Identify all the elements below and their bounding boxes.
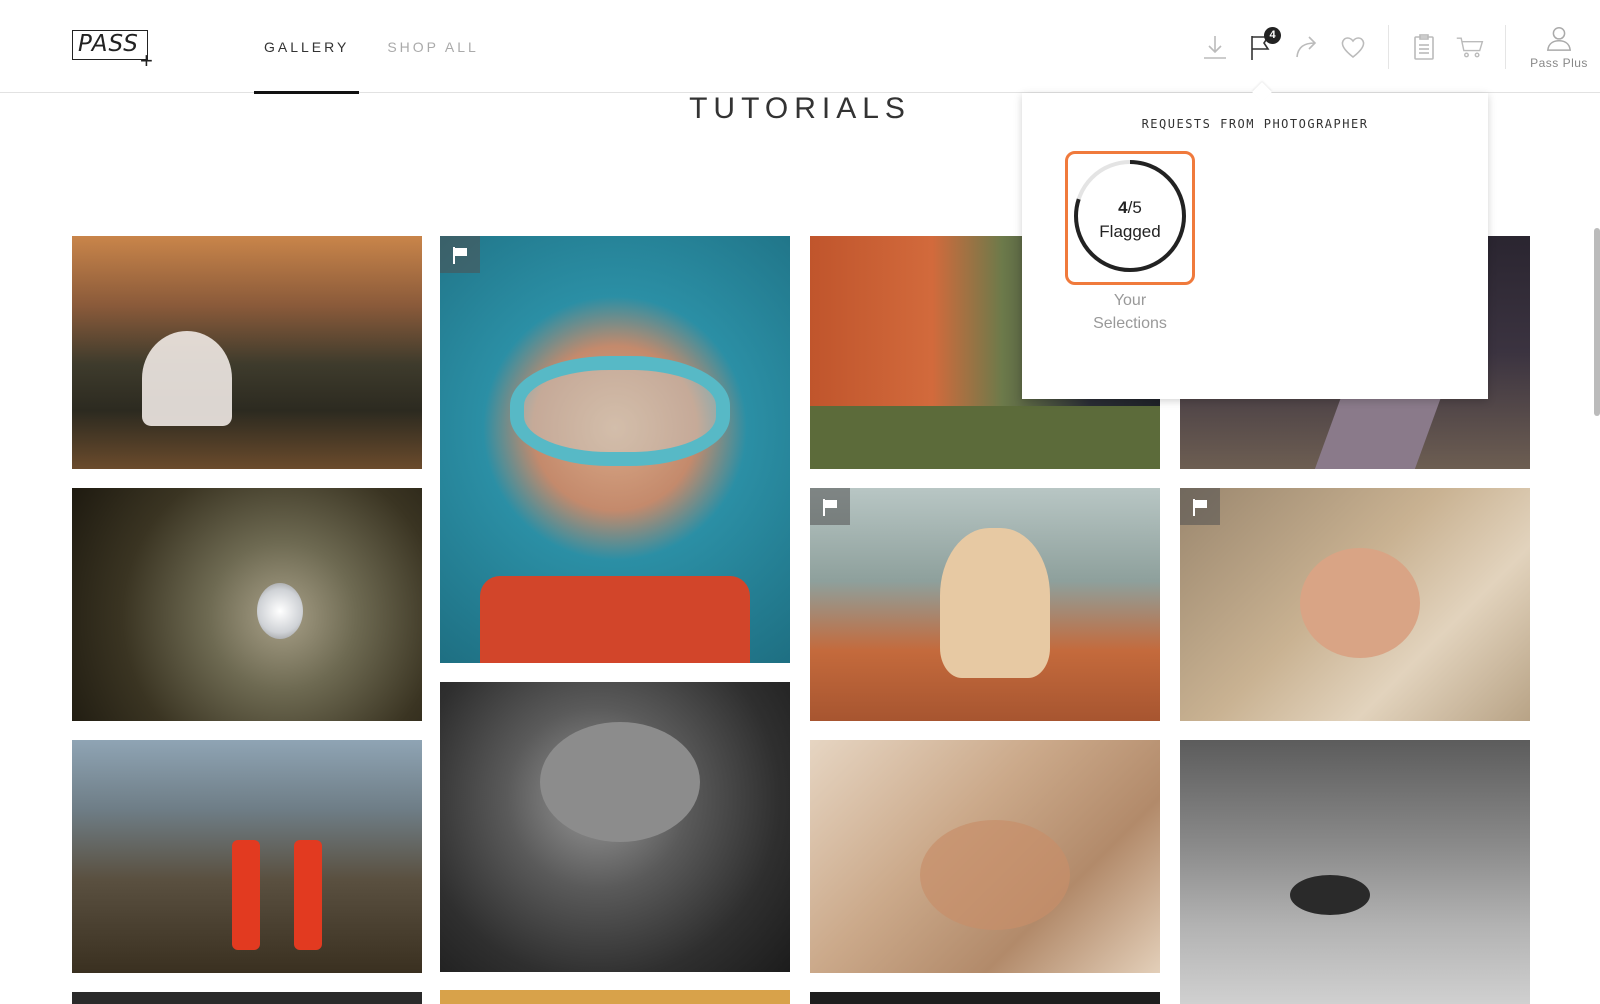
photo-flag-marker[interactable] (440, 236, 480, 273)
flag-icon (453, 246, 467, 264)
newborn (540, 722, 700, 842)
clipboard-button[interactable] (1401, 24, 1447, 70)
requests-panel: REQUESTS FROM PHOTOGRAPHER 4/5 Flagged Y… (1022, 93, 1488, 399)
caption-line-1: Your (1113, 292, 1147, 309)
your-selections-caption: Your Selections (1065, 289, 1195, 335)
photo-newborn-hands[interactable] (440, 682, 790, 972)
download-button[interactable] (1192, 24, 1238, 70)
nav-shop-all[interactable]: SHOP ALL (377, 0, 488, 93)
panel-heading: REQUESTS FROM PHOTOGRAPHER (1141, 117, 1369, 131)
photo-partial-3[interactable] (810, 992, 1160, 1004)
photo-ring[interactable] (72, 488, 422, 721)
header-divider-2 (1505, 24, 1506, 69)
left-boot (232, 840, 260, 950)
flag-button[interactable]: 4 (1238, 24, 1284, 70)
nav-gallery[interactable]: GALLERY (254, 0, 360, 94)
heart-icon (1341, 36, 1365, 58)
red-top (480, 576, 750, 663)
flag-icon (823, 498, 837, 516)
app-header: PASS + GALLERY SHOP ALL 4 Pass Plus (0, 0, 1600, 94)
main-nav: GALLERY SHOP ALL (254, 0, 507, 94)
photo-partial-1[interactable] (72, 992, 422, 1004)
photo-freckled-face[interactable] (1180, 740, 1530, 1004)
header-actions: 4 Pass Plus (1192, 0, 1600, 93)
photo-flag-marker[interactable] (1180, 488, 1220, 525)
photo-partial-2[interactable] (440, 990, 790, 1004)
user-menu[interactable]: Pass Plus (1518, 0, 1600, 93)
share-icon (1296, 35, 1317, 57)
user-icon (1546, 26, 1572, 51)
favorite-button[interactable] (1330, 24, 1376, 70)
eye (1290, 875, 1370, 915)
newborn (1300, 548, 1420, 658)
cart-icon (1456, 36, 1484, 57)
bride-dress (142, 331, 232, 426)
photo-woman-hat-car[interactable] (810, 488, 1160, 721)
pass-plus-logo[interactable]: PASS + (72, 30, 156, 73)
photo-flag-marker[interactable] (810, 488, 850, 525)
clipboard-icon (1414, 33, 1434, 60)
caption-line-2: Selections (1093, 315, 1167, 332)
page-scrollbar[interactable] (1594, 228, 1600, 416)
goggles (510, 356, 730, 466)
woman (940, 528, 1050, 678)
download-icon (1204, 35, 1226, 59)
grass (810, 406, 1160, 469)
right-boot (294, 840, 322, 950)
flagged-total: 5 (1132, 198, 1142, 217)
your-selections-card[interactable]: 4/5 Flagged (1065, 151, 1195, 285)
flagged-count: 4/5 Flagged (1068, 196, 1192, 244)
photo-newborn-bonnet[interactable] (1180, 488, 1530, 721)
header-divider (1388, 24, 1389, 69)
logo-plus: + (140, 48, 153, 73)
flag-icon (1193, 498, 1207, 516)
diamond (257, 583, 303, 639)
photo-rain-boots[interactable] (72, 740, 422, 973)
photo-girl-goggles[interactable] (440, 236, 790, 663)
flagged-label: Flagged (1099, 222, 1161, 241)
photo-family-bed[interactable] (810, 740, 1160, 973)
family (920, 820, 1070, 930)
user-label: Pass Plus (1530, 55, 1588, 70)
flagged-current: 4 (1118, 198, 1128, 217)
photo-wedding-mountain[interactable] (72, 236, 422, 469)
flag-count-badge: 4 (1264, 26, 1281, 44)
cart-button[interactable] (1447, 24, 1493, 70)
logo-text: PASS (78, 31, 139, 57)
share-button[interactable] (1284, 24, 1330, 70)
